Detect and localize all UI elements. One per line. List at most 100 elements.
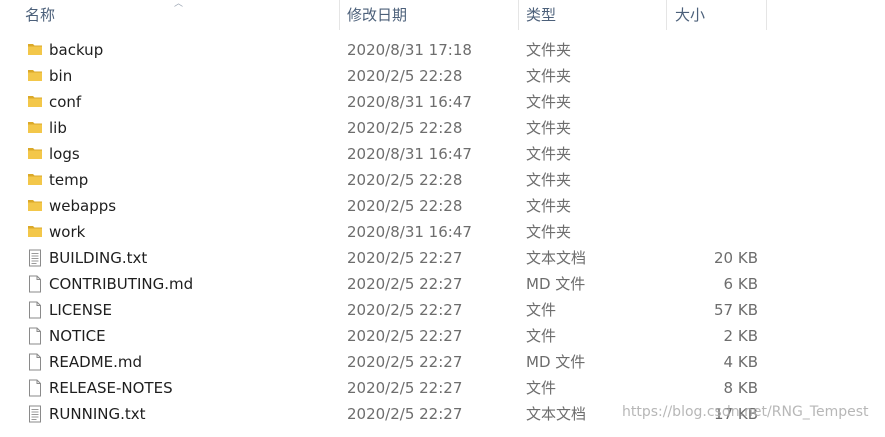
column-header-type[interactable]: 类型	[526, 0, 556, 30]
file-list: backup 2020/8/31 17:18 文件夹 bin 2020/2/5 22:2…	[0, 37, 885, 427]
folder-icon	[27, 63, 45, 89]
column-divider[interactable]	[666, 0, 667, 30]
file-icon	[27, 349, 45, 375]
folder-icon	[27, 141, 45, 167]
folder-icon	[27, 37, 45, 63]
file-modified-date: 2020/2/5 22:27	[347, 379, 463, 397]
file-size	[668, 115, 758, 141]
file-size	[668, 63, 758, 89]
file-name: RUNNING.txt	[49, 405, 146, 423]
file-name: work	[49, 223, 86, 241]
file-type: 文件夹	[526, 197, 572, 215]
file-icon	[27, 323, 45, 349]
file-type: 文件夹	[526, 67, 572, 85]
file-row[interactable]: logs 2020/8/31 16:47 文件夹	[0, 141, 885, 167]
folder-icon	[27, 115, 45, 141]
file-type: 文件夹	[526, 41, 572, 59]
file-name: NOTICE	[49, 327, 106, 345]
folder-icon	[27, 193, 45, 219]
file-type: MD 文件	[526, 353, 586, 371]
file-size: 8 KB	[723, 379, 758, 397]
folder-icon	[27, 89, 45, 115]
file-type: 文本文档	[526, 249, 587, 267]
file-modified-date: 2020/2/5 22:27	[347, 275, 463, 293]
file-size: 4 KB	[723, 353, 758, 371]
sort-ascending-icon: ︿	[174, 0, 184, 9]
file-icon	[27, 375, 45, 401]
column-header-size[interactable]: 大小	[675, 0, 705, 30]
file-size: 6 KB	[723, 275, 758, 293]
file-size	[668, 193, 758, 219]
file-row[interactable]: lib 2020/2/5 22:28 文件夹	[0, 115, 885, 141]
file-modified-date: 2020/2/5 22:27	[347, 353, 463, 371]
file-row[interactable]: conf 2020/8/31 16:47 文件夹	[0, 89, 885, 115]
column-header-name[interactable]: 名称	[25, 0, 55, 30]
file-row[interactable]: README.md 2020/2/5 22:27 MD 文件 4 KB	[0, 349, 885, 375]
file-type: 文件	[526, 379, 557, 397]
file-size	[668, 89, 758, 115]
file-name: conf	[49, 93, 82, 111]
file-size	[668, 141, 758, 167]
column-divider[interactable]	[339, 0, 340, 30]
file-name: logs	[49, 145, 80, 163]
file-row[interactable]: backup 2020/8/31 17:18 文件夹	[0, 37, 885, 63]
file-row[interactable]: CONTRIBUTING.md 2020/2/5 22:27 MD 文件 6 KB	[0, 271, 885, 297]
file-type: 文本文档	[526, 405, 587, 423]
file-type: 文件	[526, 327, 557, 345]
file-size: 57 KB	[714, 301, 758, 319]
file-row[interactable]: bin 2020/2/5 22:28 文件夹	[0, 63, 885, 89]
file-type: 文件夹	[526, 93, 572, 111]
file-type: 文件夹	[526, 223, 572, 241]
file-type: 文件夹	[526, 171, 572, 189]
folder-icon	[27, 167, 45, 193]
file-name: webapps	[49, 197, 117, 215]
file-name: bin	[49, 67, 73, 85]
file-row[interactable]: LICENSE 2020/2/5 22:27 文件 57 KB	[0, 297, 885, 323]
file-modified-date: 2020/8/31 16:47	[347, 93, 472, 111]
file-modified-date: 2020/2/5 22:28	[347, 119, 463, 137]
file-type: 文件夹	[526, 119, 572, 137]
file-icon	[27, 297, 45, 323]
file-row[interactable]: RELEASE-NOTES 2020/2/5 22:27 文件 8 KB	[0, 375, 885, 401]
file-row[interactable]: RUNNING.txt 2020/2/5 22:27 文本文档 17 KB	[0, 401, 885, 427]
file-size	[668, 37, 758, 63]
file-modified-date: 2020/2/5 22:28	[347, 197, 463, 215]
file-name: backup	[49, 41, 104, 59]
file-modified-date: 2020/2/5 22:28	[347, 171, 463, 189]
file-row[interactable]: temp 2020/2/5 22:28 文件夹	[0, 167, 885, 193]
file-name: BUILDING.txt	[49, 249, 148, 267]
column-header-bar: 名称 ︿ 修改日期 类型 大小	[0, 0, 885, 30]
file-name: lib	[49, 119, 67, 137]
file-modified-date: 2020/2/5 22:27	[347, 327, 463, 345]
file-modified-date: 2020/8/31 17:18	[347, 41, 472, 59]
folder-icon	[27, 219, 45, 245]
file-size: 2 KB	[723, 327, 758, 345]
text-file-icon	[27, 245, 45, 271]
file-modified-date: 2020/2/5 22:28	[347, 67, 463, 85]
file-size	[668, 167, 758, 193]
column-header-modified[interactable]: 修改日期	[347, 0, 407, 30]
file-modified-date: 2020/2/5 22:27	[347, 301, 463, 319]
file-name: LICENSE	[49, 301, 112, 319]
text-file-icon	[27, 401, 45, 427]
file-size	[668, 219, 758, 245]
column-divider[interactable]	[766, 0, 767, 30]
file-modified-date: 2020/2/5 22:27	[347, 405, 463, 423]
column-divider[interactable]	[518, 0, 519, 30]
file-name: README.md	[49, 353, 143, 371]
file-row[interactable]: work 2020/8/31 16:47 文件夹	[0, 219, 885, 245]
file-name: RELEASE-NOTES	[49, 379, 173, 397]
file-row[interactable]: BUILDING.txt 2020/2/5 22:27 文本文档 20 KB	[0, 245, 885, 271]
file-modified-date: 2020/2/5 22:27	[347, 249, 463, 267]
file-row[interactable]: NOTICE 2020/2/5 22:27 文件 2 KB	[0, 323, 885, 349]
file-modified-date: 2020/8/31 16:47	[347, 145, 472, 163]
file-type: MD 文件	[526, 275, 586, 293]
file-icon	[27, 271, 45, 297]
file-size: 17 KB	[714, 405, 758, 423]
file-size: 20 KB	[714, 249, 758, 267]
file-name: CONTRIBUTING.md	[49, 275, 194, 293]
file-row[interactable]: webapps 2020/2/5 22:28 文件夹	[0, 193, 885, 219]
file-modified-date: 2020/8/31 16:47	[347, 223, 472, 241]
file-name: temp	[49, 171, 89, 189]
file-type: 文件夹	[526, 145, 572, 163]
